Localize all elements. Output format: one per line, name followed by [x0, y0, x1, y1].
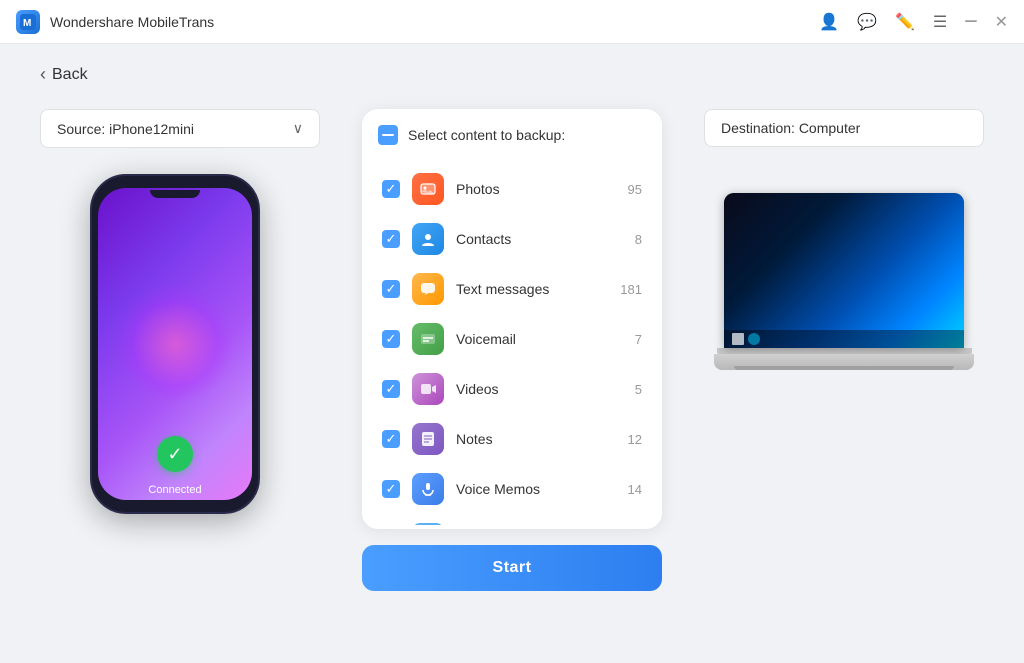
laptop-screen — [724, 193, 964, 348]
destination-dropdown: Destination: Computer — [704, 109, 984, 147]
videos-count: 5 — [635, 382, 642, 397]
phone-notch — [150, 190, 200, 198]
notes-checkbox[interactable]: ✓ — [382, 430, 400, 448]
contacts-icon — [412, 223, 444, 255]
list-item[interactable]: Contact blacklist 4 — [378, 515, 646, 525]
voicemail-label: Voicemail — [456, 331, 623, 347]
list-item[interactable]: ✓ Voice Memos 14 — [378, 465, 646, 513]
voice-memos-icon — [412, 473, 444, 505]
right-panel: Destination: Computer — [704, 109, 984, 370]
titlebar: M Wondershare MobileTrans 👤 💬 ✏️ ☰ ─ ✕ — [0, 0, 1024, 44]
three-column-layout: Source: iPhone12mini ∨ ✓ Connected — [40, 109, 984, 628]
titlebar-controls: 👤 💬 ✏️ ☰ ─ ✕ — [819, 12, 1008, 32]
text-messages-icon — [412, 273, 444, 305]
list-item[interactable]: ✓ Text messages 181 — [378, 265, 646, 313]
voicemail-icon — [412, 323, 444, 355]
minimize-icon[interactable]: ─ — [965, 13, 976, 31]
chat-icon[interactable]: 💬 — [857, 12, 877, 32]
left-panel: Source: iPhone12mini ∨ ✓ Connected — [40, 109, 320, 514]
svg-text:M: M — [23, 18, 31, 29]
notes-count: 12 — [628, 432, 642, 447]
titlebar-left: M Wondershare MobileTrans — [16, 10, 214, 34]
destination-label: Destination: Computer — [721, 120, 860, 136]
photos-label: Photos — [456, 181, 616, 197]
text-messages-checkbox[interactable]: ✓ — [382, 280, 400, 298]
list-item[interactable]: ✓ Videos 5 — [378, 365, 646, 413]
center-panel: Select content to backup: ✓ Photos 95 — [362, 109, 662, 591]
back-button[interactable]: ‹ Back — [40, 64, 984, 85]
select-all-icon[interactable] — [378, 125, 398, 145]
content-card: Select content to backup: ✓ Photos 95 — [362, 109, 662, 529]
phone-screen-glow — [115, 284, 235, 404]
text-messages-label: Text messages — [456, 281, 608, 297]
connected-text: Connected — [148, 484, 201, 496]
photos-icon — [412, 173, 444, 205]
photos-count: 95 — [628, 182, 642, 197]
content-list: ✓ Photos 95 ✓ — [378, 165, 646, 525]
source-dropdown-arrow-icon: ∨ — [293, 120, 303, 137]
start-button[interactable]: Start — [362, 545, 662, 591]
contacts-count: 8 — [635, 232, 642, 247]
videos-icon — [412, 373, 444, 405]
photos-checkbox[interactable]: ✓ — [382, 180, 400, 198]
phone-illustration: ✓ Connected — [90, 174, 270, 514]
phone-body: ✓ Connected — [90, 174, 260, 514]
voice-memos-checkbox[interactable]: ✓ — [382, 480, 400, 498]
back-chevron-icon: ‹ — [40, 64, 46, 85]
notes-icon — [412, 423, 444, 455]
contacts-checkbox[interactable]: ✓ — [382, 230, 400, 248]
laptop-body — [714, 193, 974, 370]
voice-memos-count: 14 — [628, 482, 642, 497]
list-item[interactable]: ✓ Notes 12 — [378, 415, 646, 463]
videos-label: Videos — [456, 381, 623, 397]
app-icon: M — [16, 10, 40, 34]
back-label: Back — [52, 66, 88, 84]
videos-checkbox[interactable]: ✓ — [382, 380, 400, 398]
list-item[interactable]: ✓ Voicemail 7 — [378, 315, 646, 363]
laptop-screen-content — [724, 193, 964, 348]
text-messages-count: 181 — [620, 282, 642, 297]
contacts-label: Contacts — [456, 231, 623, 247]
source-label: Source: iPhone12mini — [57, 121, 194, 137]
voicemail-count: 7 — [635, 332, 642, 347]
list-item[interactable]: ✓ Photos 95 — [378, 165, 646, 213]
select-header: Select content to backup: — [378, 125, 646, 153]
main-content: ‹ Back Source: iPhone12mini ∨ ✓ — [0, 44, 1024, 663]
source-dropdown[interactable]: Source: iPhone12mini ∨ — [40, 109, 320, 148]
notes-label: Notes — [456, 431, 616, 447]
voice-memos-label: Voice Memos — [456, 481, 616, 497]
select-header-text: Select content to backup: — [408, 127, 565, 143]
account-icon[interactable]: 👤 — [819, 12, 839, 32]
voicemail-checkbox[interactable]: ✓ — [382, 330, 400, 348]
laptop-base — [714, 354, 974, 370]
connected-badge: ✓ — [157, 436, 193, 472]
edit-icon[interactable]: ✏️ — [895, 12, 915, 32]
menu-icon[interactable]: ☰ — [933, 12, 947, 32]
close-icon[interactable]: ✕ — [995, 12, 1008, 32]
computer-illustration — [714, 193, 974, 370]
app-title: Wondershare MobileTrans — [50, 14, 214, 30]
contact-blacklist-icon — [412, 523, 444, 525]
list-item[interactable]: ✓ Contacts 8 — [378, 215, 646, 263]
